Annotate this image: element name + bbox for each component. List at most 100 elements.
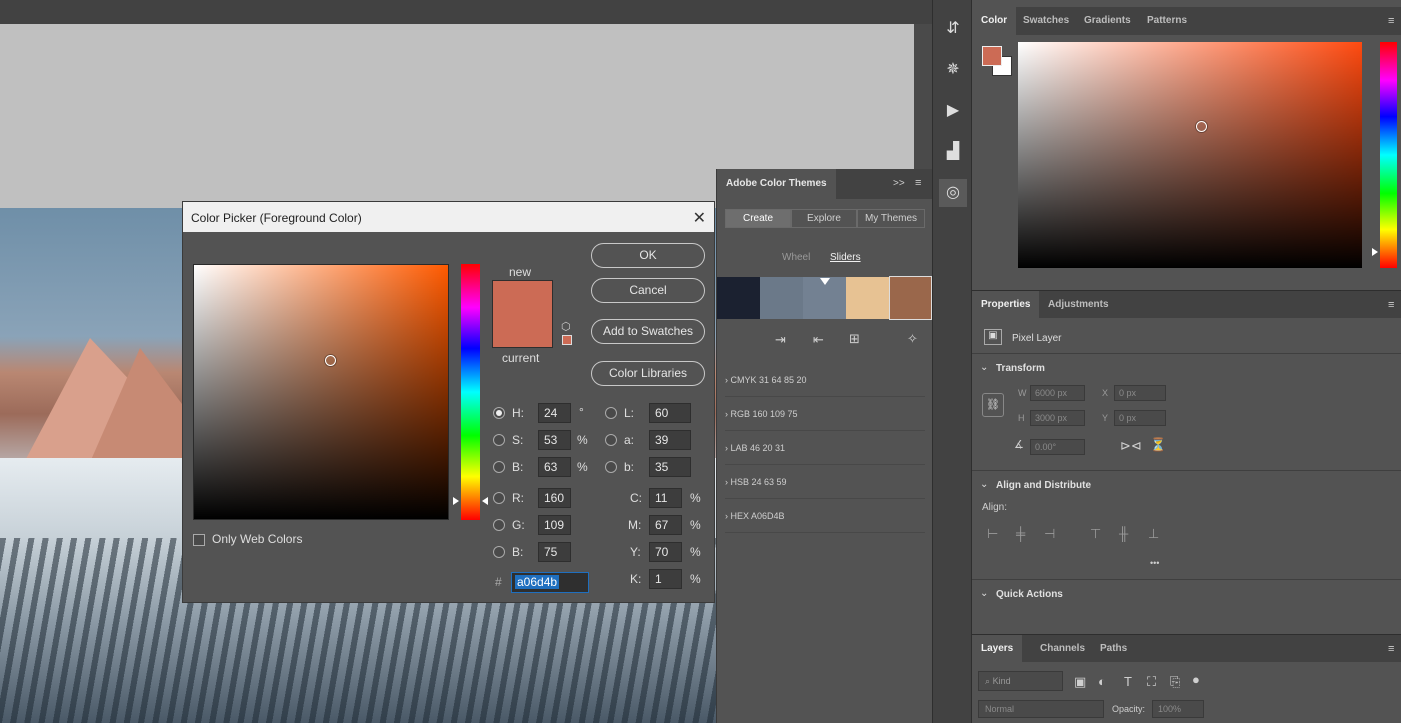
theme-swatch-4[interactable] <box>846 277 889 319</box>
g-input[interactable]: 109 <box>538 515 571 535</box>
theme-swatches[interactable] <box>717 276 933 320</box>
hex-input[interactable]: a06d4b <box>511 572 589 593</box>
tab-properties[interactable]: Properties <box>972 291 1040 319</box>
only-web-colors-checkbox[interactable] <box>193 534 205 546</box>
radio-g[interactable] <box>493 519 505 531</box>
tab-swatches[interactable]: Swatches <box>1014 7 1078 35</box>
b-input[interactable]: 63 <box>538 457 571 477</box>
align-distribute-heading[interactable]: Align and Distribute <box>996 480 1091 491</box>
tab-color[interactable]: Color <box>972 7 1017 35</box>
filter-toggle-icon[interactable]: ● <box>1192 672 1200 687</box>
align-top-icon[interactable]: ⊤ <box>1090 526 1101 542</box>
canvas-scrollbar[interactable] <box>914 24 932 169</box>
navigator-icon[interactable]: ✵ <box>939 56 967 84</box>
color-panel-field[interactable] <box>1018 42 1362 268</box>
color-libraries-button[interactable]: Color Libraries <box>591 361 705 386</box>
hue-slider[interactable] <box>461 264 480 520</box>
web-safe-swatch[interactable] <box>562 335 572 345</box>
r-input[interactable]: 160 <box>538 488 571 508</box>
sliders-tab[interactable]: Sliders <box>830 252 861 263</box>
color-panel-hue-slider[interactable] <box>1380 42 1397 268</box>
histogram-icon[interactable]: ▟ <box>939 138 967 166</box>
kind-filter[interactable]: ⌕ Kind <box>978 671 1063 691</box>
history-icon[interactable]: ⇵ <box>939 15 967 43</box>
hue-slider-handle-right[interactable] <box>482 497 488 505</box>
radio-lab-b[interactable] <box>605 461 617 473</box>
y-input[interactable]: 0 px <box>1114 410 1166 426</box>
rgb-row[interactable]: › RGB 160 109 75 <box>725 397 925 431</box>
c-input[interactable]: 11 <box>649 488 682 508</box>
l-input[interactable]: 60 <box>649 403 691 423</box>
lab-b-input[interactable]: 35 <box>649 457 691 477</box>
play-actions-icon[interactable]: ▶ <box>939 97 967 125</box>
width-input[interactable]: 6000 px <box>1030 385 1085 401</box>
tab-channels[interactable]: Channels <box>1031 635 1094 663</box>
radio-a[interactable] <box>605 434 617 446</box>
add-to-swatches-button[interactable]: Add to Swatches <box>591 319 705 344</box>
filter-smart-object-icon[interactable]: ⎘ <box>1170 674 1180 690</box>
hex-row[interactable]: › HEX A06D4B <box>725 499 925 533</box>
create-mode-button[interactable]: Create <box>725 209 791 228</box>
opacity-input[interactable]: 100% <box>1152 700 1204 718</box>
align-center-h-icon[interactable]: ╪ <box>1016 526 1025 541</box>
set-foreground-icon[interactable]: ⇥ <box>775 332 786 348</box>
panel-menu-icon[interactable]: ≡ <box>915 177 921 189</box>
filter-adjustment-icon[interactable]: ◐ <box>1098 674 1106 689</box>
align-chevron-icon[interactable]: ⌄ <box>980 479 988 490</box>
theme-swatch-1[interactable] <box>717 277 760 319</box>
a-input[interactable]: 39 <box>649 430 691 450</box>
align-right-icon[interactable]: ⊣ <box>1044 526 1055 542</box>
quick-actions-chevron-icon[interactable]: ⌄ <box>980 588 988 599</box>
filter-shape-icon[interactable]: ⛶ <box>1147 674 1156 690</box>
cmyk-row[interactable]: › CMYK 31 64 85 20 <box>725 363 925 397</box>
color-panel-menu-icon[interactable]: ≡ <box>1388 15 1394 27</box>
add-swatch-icon[interactable]: ⊞ <box>849 331 860 347</box>
lab-row[interactable]: › LAB 46 20 31 <box>725 431 925 465</box>
align-left-icon[interactable]: ⊢ <box>987 526 998 542</box>
hsb-row[interactable]: › HSB 24 63 59 <box>725 465 925 499</box>
x-input[interactable]: 0 px <box>1114 385 1166 401</box>
color-field-cursor[interactable] <box>325 355 336 366</box>
close-icon[interactable]: ✕ <box>693 208 706 228</box>
align-bottom-icon[interactable]: ⊥ <box>1148 526 1159 542</box>
filter-type-icon[interactable]: T <box>1124 674 1132 689</box>
theme-swatch-3[interactable] <box>803 277 846 319</box>
radio-h[interactable] <box>493 407 505 419</box>
align-middle-v-icon[interactable]: ╫ <box>1119 526 1128 541</box>
y-input[interactable]: 70 <box>649 542 682 562</box>
quick-actions-heading[interactable]: Quick Actions <box>996 589 1063 600</box>
more-options-icon[interactable]: ••• <box>1150 558 1159 568</box>
hue-slider-handle-left[interactable] <box>453 497 459 505</box>
set-background-icon[interactable]: ⇤ <box>813 332 824 348</box>
collapse-icon[interactable]: >> <box>893 178 905 189</box>
tab-paths[interactable]: Paths <box>1091 635 1136 663</box>
flip-horizontal-icon[interactable]: ⊳⊲ <box>1120 438 1142 454</box>
transform-chevron-icon[interactable]: ⌄ <box>980 362 988 373</box>
flip-vertical-icon[interactable]: ⏳ <box>1150 437 1166 453</box>
tab-adobe-color-themes[interactable]: Adobe Color Themes <box>717 169 836 199</box>
k-input[interactable]: 1 <box>649 569 682 589</box>
transform-heading[interactable]: Transform <box>996 363 1045 374</box>
ok-button[interactable]: OK <box>591 243 705 268</box>
radio-l[interactable] <box>605 407 617 419</box>
blend-mode-select[interactable]: Normal <box>978 700 1104 718</box>
save-theme-icon[interactable]: ✧ <box>907 331 918 347</box>
tab-adjustments[interactable]: Adjustments <box>1039 291 1118 319</box>
explore-mode-button[interactable]: Explore <box>791 209 857 228</box>
filter-pixel-icon[interactable]: ▣ <box>1074 674 1086 690</box>
height-input[interactable]: 3000 px <box>1030 410 1085 426</box>
angle-input[interactable]: 0.00° <box>1030 439 1085 455</box>
adobe-color-themes-icon[interactable]: ◎ <box>939 179 967 207</box>
tab-patterns[interactable]: Patterns <box>1138 7 1196 35</box>
h-input[interactable]: 24 <box>538 403 571 423</box>
m-input[interactable]: 67 <box>649 515 682 535</box>
s-input[interactable]: 53 <box>538 430 571 450</box>
layers-menu-icon[interactable]: ≡ <box>1388 643 1394 655</box>
radio-b[interactable] <box>493 461 505 473</box>
rgb-b-input[interactable]: 75 <box>538 542 571 562</box>
color-panel-hue-handle[interactable] <box>1372 248 1378 256</box>
tab-layers[interactable]: Layers <box>972 635 1023 663</box>
properties-menu-icon[interactable]: ≡ <box>1388 299 1394 311</box>
color-field[interactable] <box>193 264 449 520</box>
radio-r[interactable] <box>493 492 505 504</box>
